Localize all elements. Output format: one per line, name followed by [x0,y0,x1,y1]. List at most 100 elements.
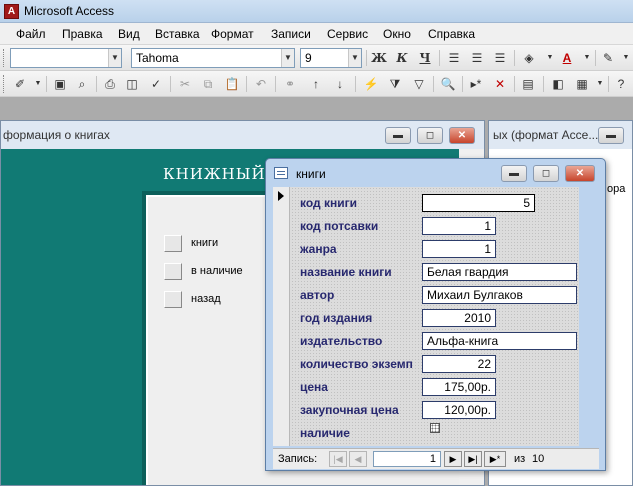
toolbar-separator [246,76,247,92]
save-icon[interactable]: ▣ [50,75,70,93]
undo-icon[interactable]: ↶ [251,75,271,93]
paste-icon[interactable]: 📋 [222,75,242,93]
sort-descending-icon[interactable]: ↓ [330,75,350,93]
font-size-value: 9 [305,51,312,65]
form-detail-section: код книги 5 код потсавки 1 жанра 1 назва… [273,187,579,446]
in-stock-button[interactable] [164,263,182,280]
field-supply-id[interactable]: 1 [422,217,496,235]
sort-ascending-icon[interactable]: ↑ [306,75,326,93]
new-record-icon[interactable]: ▸* [466,75,486,93]
books-button[interactable] [164,235,182,252]
minimize-button[interactable]: ▬ [385,127,411,144]
toolbar-separator [275,76,276,92]
toolbar-grip[interactable] [3,49,6,67]
minimize-button[interactable]: ▬ [598,127,624,144]
field-publisher[interactable]: Альфа-книга [422,332,577,350]
toolbar-grip[interactable] [3,75,6,93]
menu-view[interactable]: Вид [118,27,140,41]
fill-color-icon[interactable]: ◈ [519,49,539,67]
filter-by-form-icon[interactable]: ⧩ [385,75,405,93]
find-icon[interactable]: 🔍 [438,75,458,93]
back-button[interactable] [164,291,182,308]
window-title: формация о книгах [3,128,110,142]
minimize-button[interactable]: ▬ [501,165,527,182]
record-selector[interactable] [273,187,290,446]
apply-filter-icon[interactable]: ▽ [409,75,429,93]
close-button[interactable]: ✕ [565,165,595,182]
copy-icon[interactable]: ⧉ [198,75,218,93]
previous-record-button[interactable]: ◀ [349,451,367,467]
underline-button[interactable]: Ч [415,49,435,67]
field-quantity[interactable]: 22 [422,355,496,373]
new-record-button[interactable]: ▶* [484,451,506,467]
maximize-button[interactable]: ◻ [533,165,559,182]
toolbar-separator [514,50,515,66]
print-icon[interactable]: ⎙ [100,75,120,93]
chevron-down-icon[interactable]: ▼ [28,75,48,93]
standard-toolbar: ✐ ▼ ▣ ⌕ ⎙ ◫ ✓ ✂ ⧉ 📋 ↶ ⚭ ↑ ↓ ⚡ ⧩ ▽ 🔍 ▸* ✕… [0,71,633,97]
new-object-icon[interactable]: ▦ [572,75,592,93]
current-record-input[interactable]: 1 [373,451,441,467]
italic-button[interactable]: К [392,49,412,67]
record-navigation-bar: Запись: |◀ ◀ 1 ▶ ▶| ▶* из 10 [273,448,599,469]
cut-icon[interactable]: ✂ [175,75,195,93]
help-icon[interactable]: ? [611,75,631,93]
chevron-down-icon[interactable]: ▼ [348,49,361,67]
maximize-button[interactable]: ◻ [417,127,443,144]
database-window-icon[interactable]: ◧ [548,75,568,93]
align-center-icon[interactable]: ☰ [467,49,487,67]
font-color-icon[interactable]: A [557,49,577,67]
close-button[interactable]: ✕ [449,127,475,144]
field-price[interactable]: 175,00р. [422,378,496,396]
field-author[interactable]: Михаил Булгаков [422,286,577,304]
hyperlink-icon[interactable]: ⚭ [280,75,300,93]
delete-record-icon[interactable]: ✕ [490,75,510,93]
toolbar-separator [543,76,544,92]
font-name-combo[interactable]: Tahoma ▼ [131,48,295,68]
design-view-icon[interactable]: ✐ [10,75,30,93]
bold-button[interactable]: Ж [369,49,389,67]
field-label-quantity: количество экземп [300,357,413,371]
file-search-icon[interactable]: ⌕ [72,75,92,93]
menu-bar: Файл Правка Вид Вставка Формат Записи Се… [0,23,633,45]
font-size-combo[interactable]: 9 ▼ [300,48,362,68]
field-label-book-id: код книги [300,196,357,210]
chevron-down-icon[interactable]: ▼ [281,49,294,67]
back-button-label: назад [191,293,221,305]
menu-tools[interactable]: Сервис [327,27,368,41]
object-combo[interactable]: ▼ [10,48,122,68]
chevron-down-icon[interactable]: ▼ [577,49,597,67]
field-availability-checkbox[interactable] [430,423,440,433]
menu-window[interactable]: Окно [383,27,411,41]
field-purchase-price[interactable]: 120,00р. [422,401,496,419]
record-total-prefix: из [514,453,526,465]
menu-insert[interactable]: Вставка [155,27,200,41]
toolbar-separator [514,76,515,92]
chevron-down-icon[interactable]: ▼ [590,75,610,93]
filter-by-selection-icon[interactable]: ⚡ [361,75,381,93]
chevron-down-icon[interactable]: ▼ [616,49,633,67]
field-book-id[interactable]: 5 [422,194,535,212]
field-label-supply-id: код потсавки [300,219,379,233]
spelling-icon[interactable]: ✓ [146,75,166,93]
menu-edit[interactable]: Правка [62,27,103,41]
properties-icon[interactable]: ▤ [518,75,538,93]
books-form-window[interactable]: книги ▬ ◻ ✕ код книги 5 код потсавки 1 ж… [265,158,606,471]
next-record-button[interactable]: ▶ [444,451,462,467]
field-genre[interactable]: 1 [422,240,496,258]
menu-format[interactable]: Формат [211,27,254,41]
field-book-title[interactable]: Белая гвардия [422,263,577,281]
last-record-button[interactable]: ▶| [464,451,482,467]
align-right-icon[interactable]: ☰ [490,49,510,67]
print-preview-icon[interactable]: ◫ [122,75,142,93]
current-record-icon [278,191,284,201]
menu-file[interactable]: Файл [16,27,46,41]
align-left-icon[interactable]: ☰ [444,49,464,67]
field-label-availability: наличие [300,426,350,440]
first-record-button[interactable]: |◀ [329,451,347,467]
menu-help[interactable]: Справка [428,27,475,41]
field-year[interactable]: 2010 [422,309,496,327]
line-color-icon[interactable]: ✎ [598,49,618,67]
menu-records[interactable]: Записи [271,27,311,41]
chevron-down-icon[interactable]: ▼ [108,49,121,67]
